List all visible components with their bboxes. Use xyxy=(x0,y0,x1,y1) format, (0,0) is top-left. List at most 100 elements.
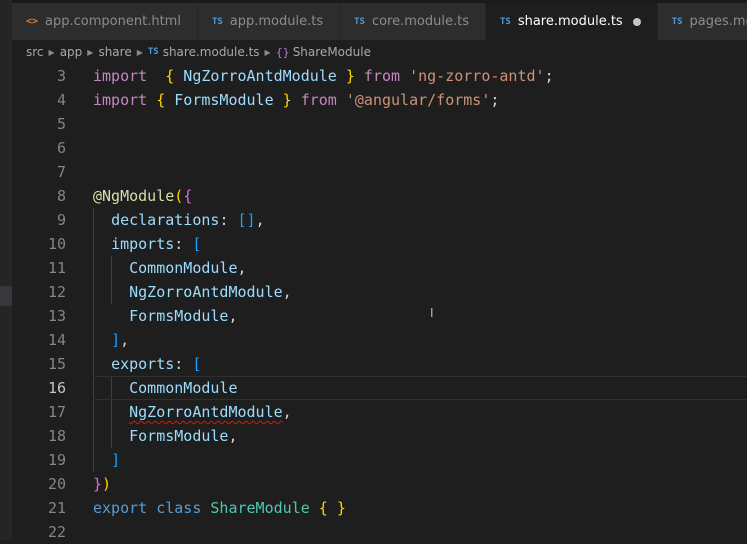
code-line[interactable]: 22 xyxy=(12,520,747,544)
code-text: ], xyxy=(93,328,129,352)
breadcrumb-item-share[interactable]: share xyxy=(98,45,131,59)
activity-bar-indicator xyxy=(0,286,12,306)
line-number: 5 xyxy=(56,115,66,133)
code-line[interactable]: 5 xyxy=(12,112,747,136)
tab-core-module-ts[interactable]: TS core.module.ts xyxy=(340,3,486,40)
chevron-right-icon: ▶ xyxy=(48,47,55,57)
code-token: [ xyxy=(192,355,202,373)
code-line[interactable]: 6 xyxy=(12,136,747,160)
line-number: 9 xyxy=(56,211,66,229)
line-number: 11 xyxy=(47,259,66,277)
code-token: : xyxy=(219,211,238,229)
code-line[interactable]: 15 exports: [ xyxy=(12,352,747,376)
code-text: CommonModule, xyxy=(93,256,246,280)
code-text: NgZorroAntdModule, xyxy=(93,280,292,304)
code-line[interactable]: 21 export class ShareModule { } xyxy=(12,496,747,520)
code-token: , xyxy=(228,307,238,325)
typescript-icon: TS xyxy=(211,16,223,27)
code-line[interactable]: 7 xyxy=(12,160,747,184)
line-number: 15 xyxy=(47,355,66,373)
code-line[interactable]: 18 FormsModule, xyxy=(12,424,747,448)
code-token: [] xyxy=(237,211,256,229)
unsaved-dot-icon[interactable] xyxy=(632,17,641,26)
code-text: CommonModule xyxy=(93,376,237,400)
code-token: { xyxy=(156,91,166,109)
typescript-icon: TS xyxy=(147,47,159,57)
code-line[interactable]: 16 CommonModule xyxy=(12,376,747,400)
code-token: import xyxy=(93,91,148,109)
code-token: } xyxy=(93,475,103,493)
activity-bar-edge xyxy=(0,0,12,540)
code-token: : xyxy=(174,355,193,373)
code-line[interactable]: 10 imports: [ xyxy=(12,232,747,256)
line-number: 14 xyxy=(47,331,66,349)
code-token: import xyxy=(93,67,148,85)
code-token: } xyxy=(345,67,355,85)
code-text: FormsModule, xyxy=(93,304,238,328)
editor-tab-bar: <> app.component.html TS app.module.ts TS cor… xyxy=(12,0,747,40)
code-token: , xyxy=(282,283,292,301)
code-text: import { NgZorroAntdModule } from 'ng-zo… xyxy=(93,64,554,88)
code-token: declarations xyxy=(111,211,220,229)
typescript-icon: TS xyxy=(354,16,365,27)
tab-pages-module-ts[interactable]: TS pages.module.ts xyxy=(657,3,747,40)
code-token: from xyxy=(354,67,410,85)
breadcrumb-item-src[interactable]: src xyxy=(26,45,44,59)
code-line[interactable]: 19 ] xyxy=(12,448,747,472)
code-line[interactable]: 11 CommonModule, xyxy=(12,256,747,280)
code-text: exports: [ xyxy=(93,352,201,376)
code-token: ( xyxy=(174,187,184,205)
code-line[interactable]: 8 @NgModule({ xyxy=(12,184,747,208)
code-line[interactable]: 14 ], xyxy=(12,328,747,352)
code-token: CommonModule xyxy=(129,259,238,277)
tab-app-module-ts[interactable]: TS app.module.ts xyxy=(197,3,341,40)
line-number: 10 xyxy=(47,235,66,253)
line-number: 12 xyxy=(47,283,66,301)
code-line[interactable]: 9 declarations: [], xyxy=(12,208,747,232)
chevron-right-icon: ▶ xyxy=(136,47,143,57)
code-text: imports: [ xyxy=(93,232,201,256)
code-line[interactable]: 13 FormsModule, xyxy=(12,304,747,328)
code-token: , xyxy=(228,427,238,445)
tab-app-component-html[interactable]: <> app.component.html xyxy=(12,3,198,40)
breadcrumb-item-app[interactable]: app xyxy=(60,45,83,59)
code-line[interactable]: 12 NgZorroAntdModule, xyxy=(12,280,747,304)
code-line[interactable]: 3 import { NgZorroAntdModule } from 'ng-z… xyxy=(12,64,747,88)
line-number: 16 xyxy=(47,379,66,397)
angle-brackets-icon: <> xyxy=(26,16,39,27)
code-token: exports xyxy=(111,355,175,373)
line-number: 17 xyxy=(47,403,66,421)
code-token: ; xyxy=(490,91,500,109)
code-token: FormsModule xyxy=(129,307,229,325)
code-line[interactable]: 4 import { FormsModule } from '@angular/f… xyxy=(12,88,747,112)
code-token: } xyxy=(282,91,292,109)
code-line[interactable]: 17 NgZorroAntdModule, xyxy=(12,400,747,424)
line-number: 6 xyxy=(56,139,66,157)
breadcrumb: src ▶ app ▶ share ▶ TS share.module.ts ▶ {} ShareM… xyxy=(12,40,747,64)
line-number: 18 xyxy=(47,427,66,445)
breadcrumb-file[interactable]: share.module.ts xyxy=(163,45,260,59)
breadcrumb-symbol[interactable]: ShareModule xyxy=(293,45,371,59)
typescript-icon: TS xyxy=(499,16,511,27)
code-editor[interactable]: 3 import { NgZorroAntdModule } from 'ng-z… xyxy=(12,64,747,541)
tab-label: pages.module.ts xyxy=(689,14,747,29)
line-number: 13 xyxy=(47,307,66,325)
tab-share-module-ts[interactable]: TS share.module.ts xyxy=(485,3,658,40)
code-line[interactable]: 20}) xyxy=(12,472,747,496)
code-token: ) xyxy=(102,475,112,493)
code-token: from xyxy=(291,91,346,109)
code-token: NgZorroAntdModule xyxy=(174,67,346,85)
